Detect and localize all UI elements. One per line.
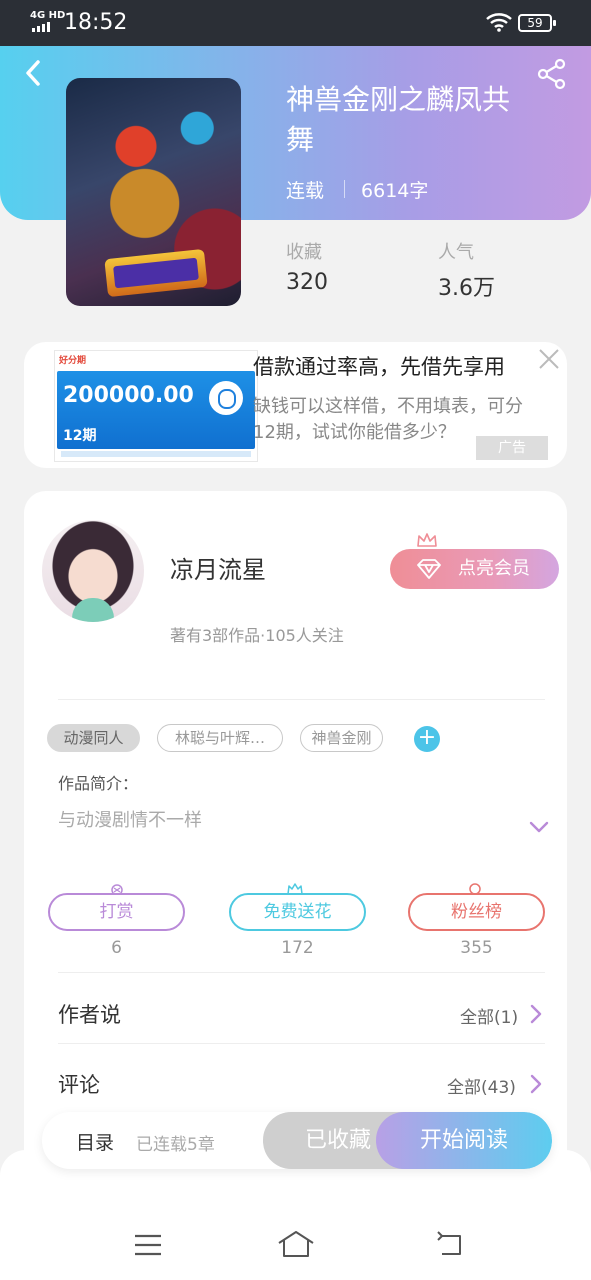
tip-button[interactable]: 打赏 xyxy=(48,893,185,931)
ad-label: 广告 xyxy=(476,436,548,460)
expand-chevron-icon[interactable] xyxy=(528,820,550,834)
signal-icon xyxy=(32,22,50,32)
favorites-label: 收藏 xyxy=(286,242,322,263)
tag-series[interactable]: 神兽金刚 xyxy=(300,724,383,752)
send-flower-button[interactable]: 免费送花 xyxy=(229,893,366,931)
author-name[interactable]: 凉月流星 xyxy=(170,550,266,585)
plus-icon: + xyxy=(417,725,437,750)
book-title: 神兽金刚之麟凤共舞 xyxy=(286,83,511,156)
start-reading-button[interactable]: 开始阅读 xyxy=(376,1112,552,1169)
favorites-count: 320 xyxy=(286,270,328,295)
tip-count: 6 xyxy=(111,938,122,958)
author-says-all-link[interactable]: 全部(1) xyxy=(460,1003,518,1028)
battery-indicator: 59 xyxy=(518,14,556,32)
divider xyxy=(58,972,545,973)
word-count: 6614字 xyxy=(361,179,429,202)
flower-count: 172 xyxy=(281,938,314,958)
back-button[interactable] xyxy=(20,56,50,90)
ad-banner[interactable]: 好分期 200000.00 12期 借款通过率高，先借先享用 缺钱可以这样借，不… xyxy=(24,342,567,468)
divider xyxy=(58,699,545,700)
diamond-icon xyxy=(417,559,441,579)
chevron-right-icon[interactable] xyxy=(530,1004,542,1024)
crown-icon xyxy=(417,533,437,547)
fan-count: 355 xyxy=(460,938,493,958)
home-icon[interactable] xyxy=(276,1228,316,1262)
share-icon xyxy=(537,58,566,90)
chapter-count: 已连载5章 xyxy=(136,1135,215,1155)
close-icon[interactable] xyxy=(536,346,562,372)
wifi-icon xyxy=(486,13,512,32)
divider xyxy=(58,1043,545,1044)
clock: 18:52 xyxy=(64,10,128,35)
fingerprint-icon xyxy=(209,381,243,415)
author-stats: 著有3部作品·105人关注 xyxy=(170,626,344,645)
meta-divider xyxy=(344,180,346,198)
status-bar: 4G HD 18:52 59 xyxy=(0,0,591,46)
serial-status: 连载 xyxy=(286,179,325,202)
popularity-count: 3.6万 xyxy=(438,276,495,301)
add-tag-button[interactable]: + xyxy=(414,726,440,752)
table-of-contents-button[interactable]: 目录 xyxy=(76,1128,114,1155)
ad-footer-strip xyxy=(61,451,251,457)
tag-character-pair[interactable]: 林聪与叶辉… xyxy=(157,724,283,752)
popularity-label: 人气 xyxy=(438,242,474,263)
tag-anime-fanfic[interactable]: 动漫同人 xyxy=(47,724,140,752)
ad-title: 借款通过率高，先借先享用 xyxy=(253,355,505,379)
author-says-title[interactable]: 作者说 xyxy=(58,999,121,1029)
ad-period: 12期 xyxy=(63,428,97,444)
ad-amount: 200000.00 xyxy=(63,383,194,408)
share-button[interactable] xyxy=(536,58,568,90)
cover-logo xyxy=(104,248,208,298)
menu-icon[interactable] xyxy=(128,1228,168,1262)
book-cover-image[interactable] xyxy=(66,78,241,306)
ad-brand: 好分期 xyxy=(59,356,87,366)
activate-membership-button[interactable]: 点亮会员 xyxy=(390,549,559,589)
bottom-action-bar: 目录 已连载5章 已收藏 开始阅读 xyxy=(42,1112,552,1169)
author-avatar[interactable] xyxy=(42,520,144,622)
network-type: 4G HD xyxy=(30,10,66,21)
book-meta: 连载 6614字 xyxy=(286,176,428,202)
comments-all-link[interactable]: 全部(43) xyxy=(447,1073,516,1098)
fan-ranking-button[interactable]: 粉丝榜 xyxy=(408,893,545,931)
intro-label: 作品简介： xyxy=(58,774,139,793)
chevron-right-icon[interactable] xyxy=(530,1074,542,1094)
comments-title[interactable]: 评论 xyxy=(58,1069,100,1099)
back-nav-icon[interactable] xyxy=(430,1228,470,1262)
membership-label: 点亮会员 xyxy=(458,558,530,579)
chevron-left-icon xyxy=(26,60,40,86)
intro-text: 与动漫剧情不一样 xyxy=(58,810,202,831)
ad-image: 好分期 200000.00 12期 xyxy=(54,350,258,462)
